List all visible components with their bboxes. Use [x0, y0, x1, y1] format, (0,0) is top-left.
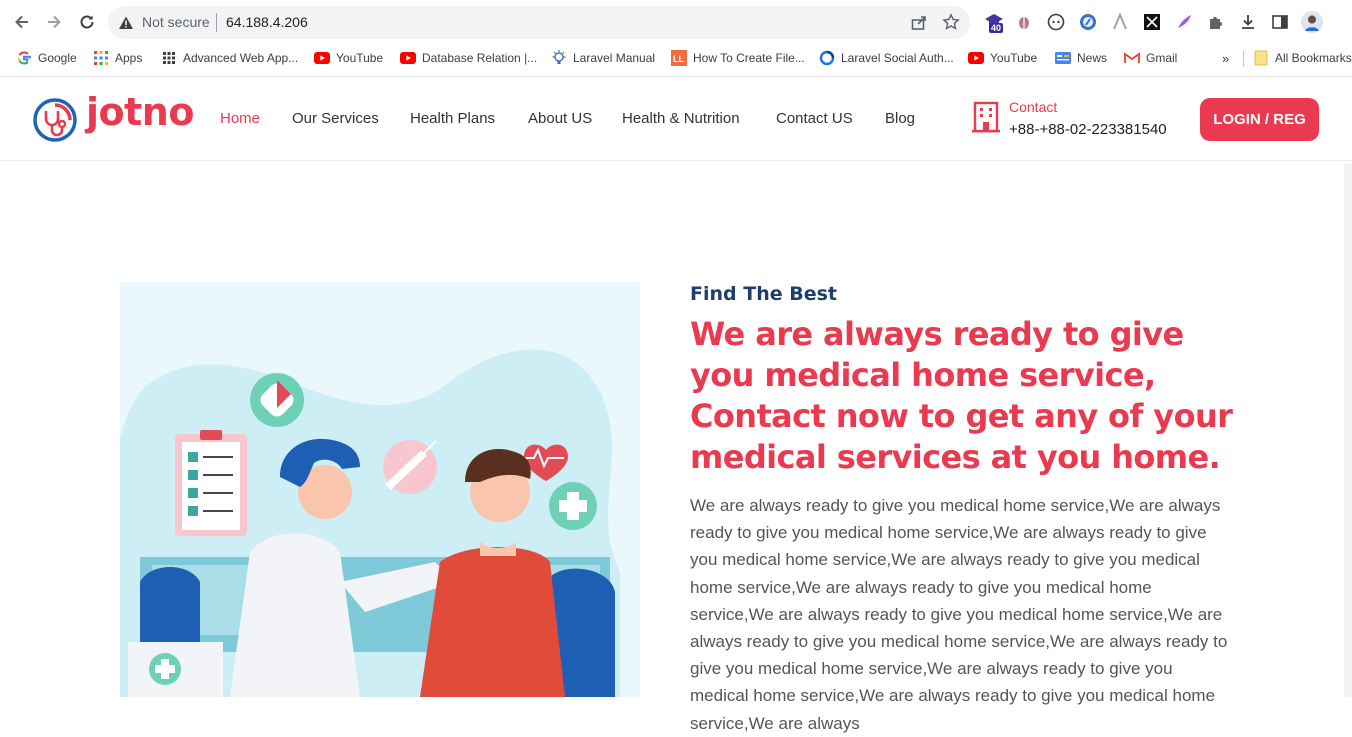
bookmark-gmail[interactable]: Gmail: [1124, 49, 1177, 67]
bookmark-label: Database Relation |...: [422, 51, 538, 65]
security-label: Not secure: [142, 14, 210, 30]
bookmark-label: Advanced Web App...: [183, 51, 299, 65]
extension-badge: 40: [989, 23, 1004, 33]
omnibox-divider: [216, 13, 217, 32]
back-arrow-icon: [15, 15, 28, 29]
bookmarks-divider: [1243, 51, 1244, 67]
all-bookmarks-button[interactable]: All Bookmarks: [1253, 49, 1352, 67]
bookmark-laravel-manual[interactable]: Laravel Manual: [551, 49, 655, 67]
news-icon: [1055, 50, 1071, 66]
google-icon: [16, 50, 32, 66]
bookmark-database-relation[interactable]: Database Relation |...: [400, 49, 537, 67]
reload-icon: [80, 15, 94, 29]
site-header: jotno Home Our Services Health Plans Abo…: [0, 77, 1352, 161]
nav-contact-us[interactable]: Contact US: [776, 110, 853, 127]
forward-button[interactable]: [42, 10, 66, 34]
back-button[interactable]: [10, 10, 34, 34]
ll-icon: LL: [671, 50, 687, 66]
bookmark-label: Apps: [115, 51, 143, 65]
bookmark-label: How To Create File...: [693, 51, 805, 65]
hero-subtitle: Find The Best: [690, 283, 837, 305]
nav-home[interactable]: Home: [220, 110, 260, 127]
folder-icon: [1253, 50, 1269, 66]
bookmark-label: News: [1077, 51, 1108, 65]
grid-icon: [161, 50, 177, 66]
nav-blog[interactable]: Blog: [885, 110, 915, 127]
bookmark-youtube[interactable]: YouTube: [314, 49, 383, 67]
circle-extension-icon[interactable]: [1045, 11, 1067, 33]
forward-arrow-icon: [48, 15, 61, 29]
logo-stethoscope-icon[interactable]: [32, 97, 78, 143]
bookmark-label: Laravel Social Auth...: [841, 51, 954, 65]
youtube-icon: [314, 50, 330, 66]
bookmark-label: YouTube: [336, 51, 384, 65]
bookmark-advanced-web-app[interactable]: Advanced Web App...: [161, 49, 298, 67]
star-icon[interactable]: [942, 13, 960, 31]
bookmark-youtube-2[interactable]: YouTube: [968, 49, 1037, 67]
feather-extension-icon[interactable]: [1173, 11, 1195, 33]
compass-extension-icon[interactable]: [1077, 11, 1099, 33]
hospital-building-icon: [972, 101, 1000, 133]
login-register-button[interactable]: LOGIN / REG: [1200, 98, 1319, 141]
contact-label: Contact: [1009, 99, 1058, 115]
nav-about-us[interactable]: About US: [528, 110, 592, 127]
bookmark-how-to-create-file[interactable]: LL How To Create File...: [671, 49, 805, 67]
share-icon[interactable]: [910, 14, 928, 32]
bookmark-label: YouTube: [990, 51, 1038, 65]
browser-chrome: Not secure 64.188.4.206 40 Google Apps A…: [0, 0, 1352, 77]
apps-grid-icon: [93, 50, 109, 66]
graduation-extension-icon[interactable]: 40: [983, 11, 1005, 33]
warning-icon: [119, 16, 133, 29]
more-bookmarks-button[interactable]: »: [1222, 49, 1229, 67]
bookmark-apps[interactable]: Apps: [93, 49, 142, 67]
contact-phone[interactable]: +88-+88-02-223381540: [1009, 121, 1167, 138]
x-extension-icon[interactable]: [1141, 11, 1163, 33]
loop-icon: [819, 50, 835, 66]
bookmark-label: Gmail: [1146, 51, 1178, 65]
bookmark-laravel-social-auth[interactable]: Laravel Social Auth...: [819, 49, 954, 67]
gmail-icon: [1124, 50, 1140, 66]
download-icon[interactable]: [1237, 11, 1259, 33]
youtube-icon: [400, 50, 416, 66]
bookmark-label: Google: [38, 51, 77, 65]
profile-avatar-icon[interactable]: [1301, 11, 1323, 33]
bug-extension-icon[interactable]: [1013, 11, 1035, 33]
bookmarks-bar: Google Apps Advanced Web App... YouTube …: [0, 45, 1352, 71]
bookmark-news[interactable]: News: [1055, 49, 1107, 67]
bookmark-google[interactable]: Google: [16, 49, 77, 67]
bulb-icon: [551, 50, 567, 66]
bookmark-label: Laravel Manual: [573, 51, 656, 65]
more-bookmarks-label: »: [1222, 50, 1230, 66]
nav-our-services[interactable]: Our Services: [292, 110, 379, 127]
hero-title: We are always ready to give you medical …: [690, 315, 1233, 476]
url-text: 64.188.4.206: [226, 14, 308, 30]
all-bookmarks-label: All Bookmarks: [1275, 51, 1352, 65]
hero-illustration: [120, 282, 640, 697]
side-panel-icon[interactable]: [1269, 11, 1291, 33]
reload-button[interactable]: [75, 10, 99, 34]
page-scrollbar[interactable]: [1344, 164, 1352, 697]
hero-body-text: We are always ready to give you medical …: [690, 496, 1228, 733]
youtube-icon: [968, 50, 984, 66]
nav-health-nutrition[interactable]: Health & Nutrition: [622, 110, 740, 127]
address-bar[interactable]: Not secure 64.188.4.206: [108, 6, 970, 39]
puzzle-extensions-icon[interactable]: [1205, 11, 1227, 33]
nav-health-plans[interactable]: Health Plans: [410, 110, 495, 127]
browser-toolbar: Not secure 64.188.4.206 40: [0, 0, 1352, 45]
logo-text[interactable]: jotno: [86, 90, 194, 134]
a-extension-icon[interactable]: [1109, 11, 1131, 33]
svg-text:LL: LL: [673, 54, 684, 64]
